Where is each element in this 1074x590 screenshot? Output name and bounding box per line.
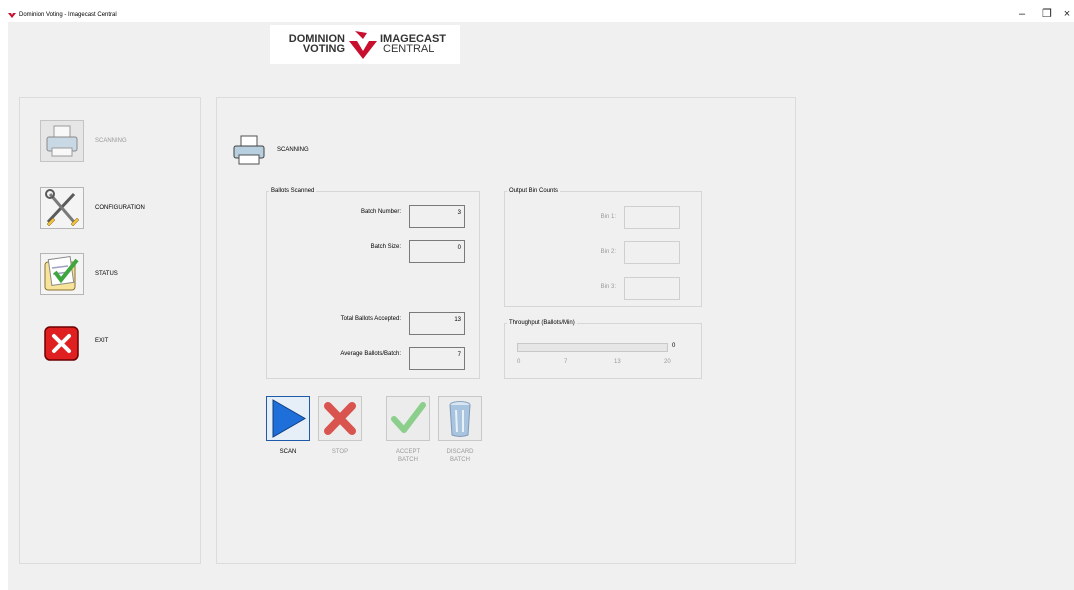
bin3-field bbox=[624, 277, 680, 300]
sidebar-item-exit[interactable] bbox=[44, 326, 79, 361]
throughput-progress-bar bbox=[517, 343, 668, 352]
discard-batch-label: DISCARD BATCH bbox=[446, 449, 474, 463]
accept-batch-button[interactable] bbox=[386, 396, 430, 441]
bin3-label: Bin 3: bbox=[600, 284, 616, 290]
stop-button-label: STOP bbox=[331, 449, 349, 455]
sidebar-item-scanning[interactable] bbox=[40, 120, 84, 162]
close-icon bbox=[44, 326, 79, 361]
throughput-title: Throughput (Ballots/Min) bbox=[507, 319, 577, 327]
total-ballots-accepted-field: 13 bbox=[409, 312, 465, 335]
scanning-printer-icon bbox=[233, 135, 265, 165]
sidebar-label-exit: EXIT bbox=[95, 338, 109, 344]
throughput-value: 0 bbox=[672, 343, 676, 349]
title-bar bbox=[0, 0, 1074, 20]
bin2-field bbox=[624, 241, 680, 264]
logo-text-right: IMAGECAST CENTRAL bbox=[380, 33, 446, 55]
throughput-tick-0: 0 bbox=[517, 359, 521, 365]
sidebar-item-configuration[interactable] bbox=[40, 187, 84, 229]
throughput-tick-13: 13 bbox=[614, 359, 621, 365]
throughput-tick-20: 20 bbox=[664, 359, 671, 365]
scan-button[interactable] bbox=[266, 396, 310, 441]
tools-icon bbox=[45, 189, 80, 227]
bin1-label: Bin 1: bbox=[600, 214, 616, 220]
sidebar-item-status[interactable] bbox=[40, 253, 84, 295]
play-icon bbox=[272, 399, 306, 438]
printer-icon bbox=[46, 125, 78, 157]
close-window-button[interactable]: × bbox=[1060, 8, 1074, 20]
discard-batch-button[interactable] bbox=[438, 396, 482, 441]
checklist-icon bbox=[44, 256, 79, 291]
scan-button-label: SCAN bbox=[279, 449, 297, 455]
sidebar-label-configuration: CONFIGURATION bbox=[95, 205, 145, 211]
trash-can-icon bbox=[449, 401, 471, 437]
batch-number-label: Batch Number: bbox=[360, 209, 401, 215]
restore-button[interactable]: ❐ bbox=[1040, 8, 1054, 20]
window-title: Dominion Voting - Imagecast Central bbox=[19, 12, 117, 18]
minimize-button[interactable]: – bbox=[1015, 8, 1029, 20]
bin2-label: Bin 2: bbox=[600, 249, 616, 255]
average-ballots-field: 7 bbox=[409, 347, 465, 370]
sidebar-label-scanning: SCANNING bbox=[95, 138, 127, 144]
batch-size-label: Batch Size: bbox=[370, 244, 401, 250]
average-ballots-label: Average Ballots/Batch: bbox=[340, 351, 401, 357]
batch-number-field: 3 bbox=[409, 205, 465, 228]
total-ballots-accepted-label: Total Ballots Accepted: bbox=[340, 316, 401, 322]
bin1-field bbox=[624, 206, 680, 229]
logo-check-icon bbox=[349, 31, 377, 59]
checkmark-icon bbox=[391, 402, 426, 433]
throughput-tick-7: 7 bbox=[564, 359, 568, 365]
stop-x-icon bbox=[324, 402, 356, 435]
batch-size-field: 0 bbox=[409, 240, 465, 263]
app-logo-icon bbox=[8, 13, 16, 18]
accept-batch-label: ACCEPT BATCH bbox=[395, 449, 421, 463]
sidebar-label-status: STATUS bbox=[95, 271, 118, 277]
stop-button[interactable] bbox=[318, 396, 362, 441]
output-bin-counts-title: Output Bin Counts bbox=[507, 187, 561, 195]
ballots-scanned-title: Ballots Scanned bbox=[269, 187, 317, 195]
dominion-logo: DOMINION VOTING IMAGECAST CENTRAL bbox=[270, 25, 460, 64]
page-title: SCANNING bbox=[277, 147, 309, 153]
logo-text-left: DOMINION VOTING bbox=[288, 33, 345, 55]
